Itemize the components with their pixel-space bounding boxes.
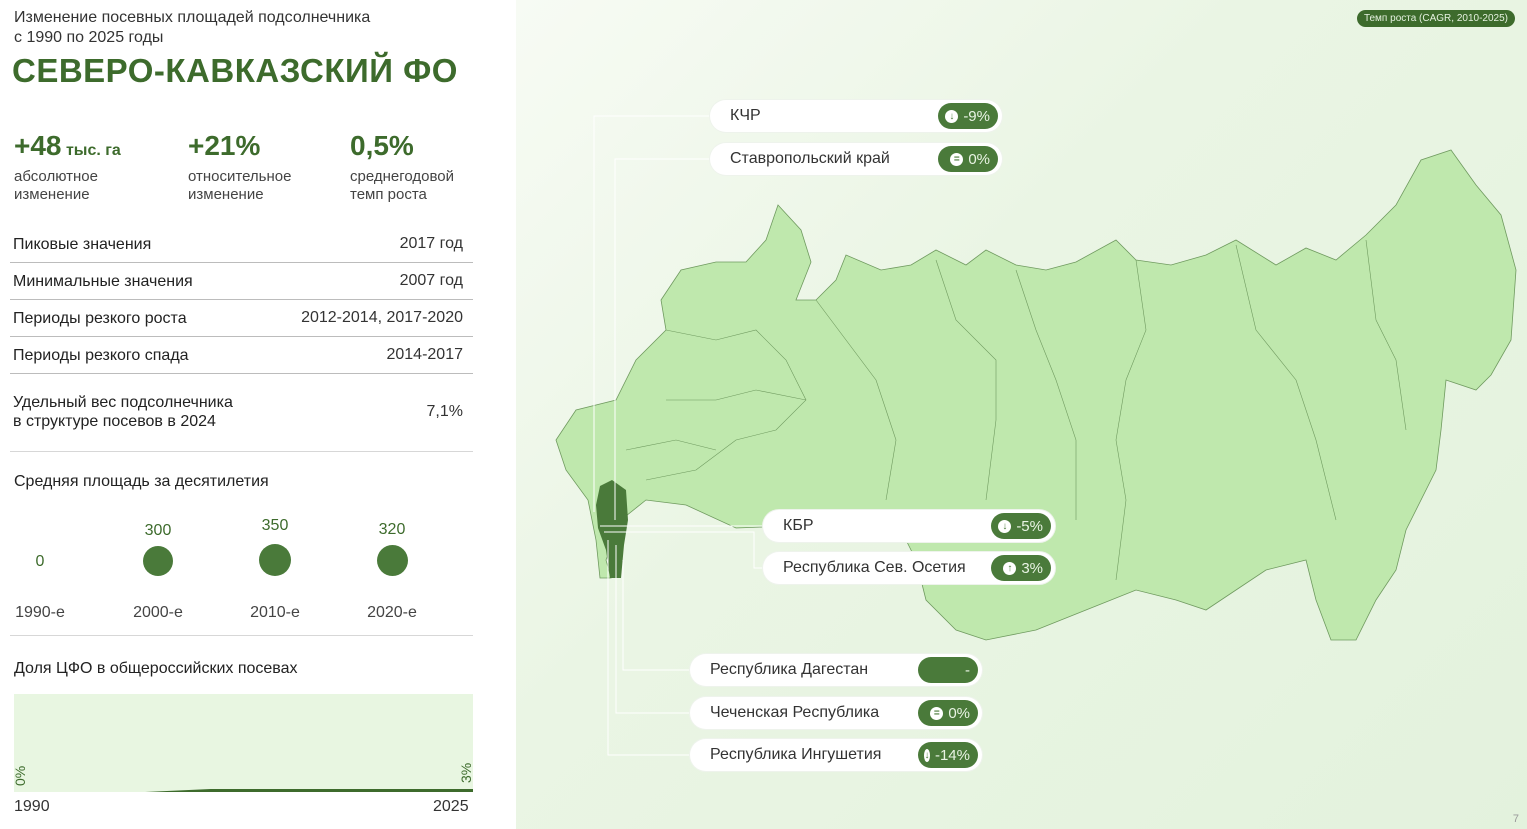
region-name: Чеченская Республика	[710, 704, 880, 721]
info-key: Минимальные значения	[13, 272, 193, 290]
stat-cagr: 0,5% среднегодовой темп роста	[350, 130, 454, 204]
leader-line	[622, 560, 691, 671]
page-number: 7	[1512, 813, 1519, 825]
region-title: СЕВЕРО-КАВКАЗСКИЙ ФО	[12, 52, 458, 89]
map-panel: Темп роста (CAGR, 2010-2025) КЧР ↓ -9% Ст…	[516, 0, 1527, 829]
decades-title: Средняя площадь за десятилетия	[14, 473, 269, 490]
equals-icon: =	[950, 152, 964, 166]
arrow-down-icon: ↓	[945, 109, 959, 123]
decade-label: 1990-е	[15, 604, 65, 621]
info-table: Пиковые значения 2017 год Минимальные зн…	[10, 226, 473, 449]
decade-dot	[143, 546, 173, 576]
stat-label: абсолютное изменение	[14, 168, 98, 203]
share-area-series	[14, 789, 473, 792]
info-value: 2007 год	[399, 272, 463, 289]
info-key: Периоды резкого спада	[13, 346, 189, 364]
legend-badge: Темп роста (CAGR, 2010-2025)	[1356, 10, 1515, 27]
region-name: Республика Ингушетия	[710, 746, 882, 763]
y-start-label: 0%	[12, 765, 28, 786]
stat-value: +48 тыс. га	[14, 130, 121, 161]
region-pill-chechnya: Чеченская Республика = 0%	[690, 697, 982, 729]
decade-label: 2000-е	[133, 604, 183, 621]
divider	[10, 451, 473, 452]
info-value: 2012-2014, 2017-2020	[301, 309, 463, 326]
decade-label: 2020-е	[367, 604, 417, 621]
x-start-label: 1990	[14, 798, 50, 815]
decade-label: 2010-е	[250, 604, 300, 621]
russia-map	[555, 115, 1517, 756]
info-row-growth: Периоды резкого роста 2012-2014, 2017-20…	[10, 300, 473, 337]
info-row-decline: Периоды резкого спада 2014-2017	[10, 337, 473, 374]
stat-relative-change: +21% относительное изменение	[188, 130, 291, 204]
divider	[10, 635, 473, 636]
leader-line	[604, 531, 764, 569]
stat-label: среднегодовой темп роста	[350, 168, 455, 203]
region-name: КБР	[783, 517, 814, 534]
equals-icon: =	[930, 706, 944, 720]
info-row-peak: Пиковые значения 2017 год	[10, 226, 473, 263]
share-chart	[14, 694, 473, 792]
page-subtitle: Изменение посевных площадей подсолнечник…	[14, 9, 371, 46]
decade-value: 320	[378, 521, 406, 538]
region-name: Ставропольский край	[730, 150, 890, 167]
info-row-share: Удельный вес подсолнечника в структуре п…	[10, 374, 473, 449]
leader-line	[615, 545, 691, 714]
decade-value: 350	[261, 517, 289, 534]
decade-dot	[259, 544, 291, 576]
region-pill-stavropol: Ставропольский край = 0%	[710, 143, 1002, 175]
arrow-down-icon: ↓	[998, 519, 1012, 533]
info-value: 7,1%	[426, 402, 463, 420]
region-pill-ingushetia: Республика Ингушетия ↓ -14%	[690, 739, 982, 771]
info-key: Пиковые значения	[13, 235, 152, 253]
info-value: 2017 год	[399, 235, 463, 252]
stat-value: 0,5%	[350, 130, 414, 161]
stat-value: +21%	[188, 130, 261, 161]
growth-badge: ↓ -5%	[991, 513, 1051, 539]
arrow-down-icon: ↓	[924, 748, 930, 762]
info-row-min: Минимальные значения 2007 год	[10, 263, 473, 300]
growth-badge: -	[918, 657, 978, 683]
region-name: Республика Дагестан	[710, 661, 869, 678]
info-value: 2014-2017	[386, 346, 463, 363]
share-area-svg	[14, 789, 473, 792]
growth-badge: ↓ -9%	[938, 103, 998, 129]
growth-badge: = 0%	[938, 146, 998, 172]
info-key: Периоды резкого роста	[13, 309, 187, 327]
decade-value: 0	[35, 553, 45, 570]
decade-value: 300	[144, 522, 172, 539]
region-pill-dagestan: Республика Дагестан -	[690, 654, 982, 686]
share-title: Доля ЦФО в общероссийских посевах	[14, 660, 298, 677]
decade-dot	[377, 545, 408, 576]
region-pill-kchr: КЧР ↓ -9%	[710, 100, 1002, 132]
stat-label: относительное изменение	[188, 168, 292, 203]
region-name: КЧР	[730, 107, 761, 124]
growth-badge: ↑ 3%	[991, 555, 1051, 581]
region-pill-north-ossetia: Республика Сев. Осетия ↑ 3%	[763, 552, 1055, 584]
left-panel: Изменение посевных площадей подсолнечник…	[0, 0, 516, 829]
growth-badge: = 0%	[918, 700, 978, 726]
x-end-label: 2025	[433, 798, 469, 815]
growth-badge: ↓ -14%	[918, 742, 978, 768]
region-name: Республика Сев. Осетия	[783, 559, 966, 576]
stat-absolute-change: +48 тыс. га абсолютное изменение	[14, 130, 121, 204]
arrow-up-icon: ↑	[1003, 561, 1017, 575]
y-end-label: 3%	[458, 762, 474, 783]
info-key: Удельный вес подсолнечника в структуре п…	[13, 393, 233, 430]
region-pill-kbr: КБР ↓ -5%	[763, 510, 1055, 542]
